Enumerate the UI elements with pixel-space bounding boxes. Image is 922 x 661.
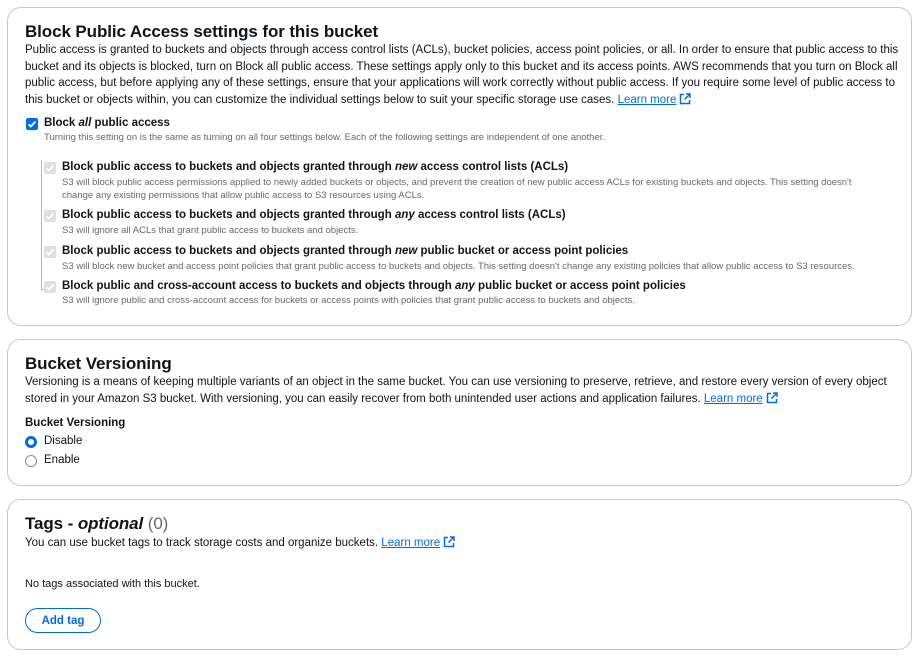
block-public-access-description: Public access is granted to buckets and … (25, 42, 899, 108)
setting-new-acls-label: Block public access to buckets and objec… (62, 161, 568, 173)
versioning-enable-radio[interactable] (25, 455, 37, 467)
setting-new-acls-description: S3 will block public access permissions … (62, 176, 902, 202)
setting-any-acls-label: Block public access to buckets and objec… (62, 209, 566, 221)
learn-more-label: Learn more (617, 93, 677, 106)
tags-panel: Tags - optional (0) You can use bucket t… (7, 499, 912, 650)
check-icon (27, 120, 37, 128)
block-all-public-access-description: Turning this setting on is the same as t… (44, 132, 606, 143)
setting-any-acls-checkbox[interactable] (44, 210, 56, 222)
label-text: access control lists (ACLs) (414, 209, 566, 221)
tags-title-text: Tags - (25, 514, 78, 533)
external-link-icon (680, 92, 692, 104)
tags-title: Tags - optional (0) (25, 514, 168, 534)
setting-new-policies-label: Block public access to buckets and objec… (62, 245, 628, 257)
label-emphasis: any (394, 209, 415, 221)
label-text: Block public and cross-account access to… (62, 280, 456, 292)
learn-more-link[interactable]: Learn more (617, 92, 692, 106)
setting-new-policies-checkbox[interactable] (44, 246, 56, 258)
bucket-versioning-description: Versioning is a means of keeping multipl… (25, 374, 899, 407)
description-line: Public access is granted to buckets and … (25, 44, 899, 56)
learn-more-link[interactable]: Learn more (703, 391, 778, 405)
label-text: Block public access to buckets and objec… (62, 209, 395, 221)
check-icon (45, 283, 55, 291)
label-emphasis: new (394, 161, 418, 173)
tags-description: You can use bucket tags to track storage… (25, 535, 899, 552)
learn-more-link[interactable]: Learn more (381, 536, 455, 549)
label-text: Block public access to buckets and objec… (62, 161, 395, 173)
label-emphasis: new (394, 245, 418, 257)
description-line: Versioning is a means of keeping multipl… (25, 376, 887, 388)
description-line: S3 will block public access permissions … (62, 177, 852, 188)
learn-more-label: Learn more (381, 537, 441, 549)
description-line: public access, but before applying any o… (25, 77, 895, 89)
setting-any-policies-checkbox[interactable] (44, 281, 56, 293)
setting-any-policies-description: S3 will ignore public and cross-account … (62, 295, 635, 306)
block-all-public-access-label: Block all public access (44, 117, 170, 129)
label-text: public bucket or access point policies (474, 280, 686, 292)
learn-more-label: Learn more (703, 392, 763, 405)
setting-any-acls-description: S3 will ignore all ACLs that grant publi… (62, 225, 359, 236)
label-emphasis: all (78, 117, 92, 129)
block-all-public-access-checkbox[interactable] (26, 118, 38, 130)
check-icon (45, 212, 55, 220)
tags-count: (0) (147, 514, 169, 533)
setting-any-policies-label: Block public and cross-account access to… (62, 280, 686, 292)
check-icon (45, 248, 55, 256)
description-line: change any existing permissions that all… (62, 190, 425, 201)
add-tag-button[interactable]: Add tag (25, 608, 101, 633)
description-line: stored in your Amazon S3 bucket. With ve… (25, 392, 701, 405)
description-line: You can use bucket tags to track storage… (25, 537, 379, 549)
tags-title-optional: optional (77, 514, 144, 533)
external-link-icon (443, 536, 455, 548)
setting-new-policies-description: S3 will block new bucket and access poin… (62, 261, 855, 272)
label-text: access control lists (ACLs) (417, 161, 569, 173)
description-line: this bucket or objects within, you can c… (25, 93, 615, 106)
block-public-access-panel: Block Public Access settings for this bu… (7, 7, 912, 326)
label-text: public access (91, 117, 170, 129)
label-text: Block (44, 117, 79, 129)
bucket-versioning-field-label: Bucket Versioning (25, 417, 126, 429)
bucket-versioning-title: Bucket Versioning (25, 354, 172, 373)
tree-connector (41, 160, 42, 290)
versioning-disable-radio[interactable] (25, 436, 37, 448)
versioning-disable-label[interactable]: Disable (44, 435, 82, 447)
block-public-access-title: Block Public Access settings for this bu… (25, 22, 379, 41)
setting-new-acls-checkbox[interactable] (44, 162, 56, 174)
label-text: Block public access to buckets and objec… (62, 245, 395, 257)
external-link-icon (766, 391, 778, 403)
check-icon (45, 164, 55, 172)
no-tags-message: No tags associated with this bucket. (25, 578, 200, 590)
label-emphasis: any (455, 280, 475, 292)
label-text: public bucket or access point policies (417, 245, 629, 257)
bucket-versioning-panel: Bucket Versioning Versioning is a means … (7, 339, 912, 486)
description-line: bucket and its objects is blocked, turn … (25, 60, 898, 73)
versioning-enable-label[interactable]: Enable (44, 454, 80, 466)
